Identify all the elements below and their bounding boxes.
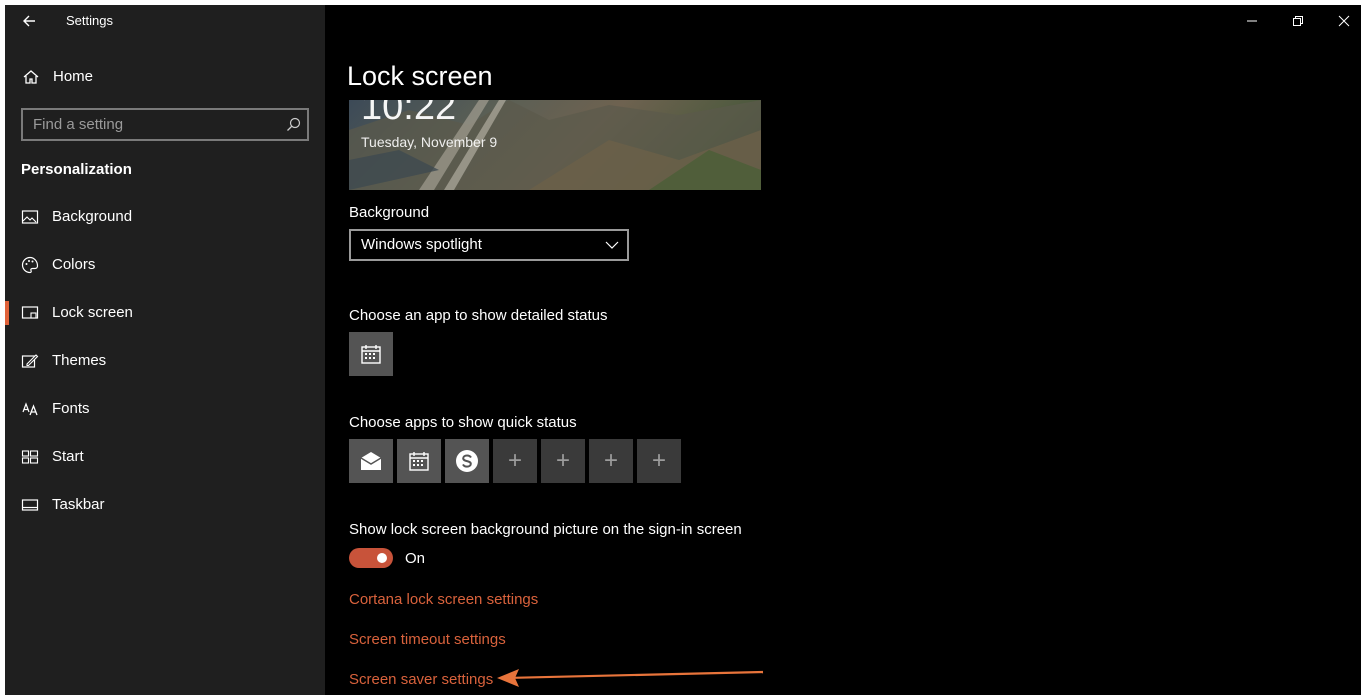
- background-dropdown-value: Windows spotlight: [361, 236, 482, 253]
- settings-window: Settings Home Personalization Background: [5, 5, 1361, 695]
- sidebar-item-label: Lock screen: [52, 304, 133, 321]
- minimize-icon: [1247, 20, 1257, 22]
- sidebar-item-label: Colors: [52, 256, 96, 273]
- toggle-knob: [377, 553, 387, 563]
- active-indicator: [5, 301, 9, 325]
- taskbar-icon: [21, 499, 39, 511]
- mail-icon: [360, 452, 382, 470]
- sidebar: Settings Home Personalization Background: [5, 5, 325, 695]
- sidebar-item-fonts[interactable]: Fonts: [5, 389, 325, 429]
- sidebar-item-label: Taskbar: [52, 496, 105, 513]
- quick-status-app-skype[interactable]: [445, 439, 489, 483]
- restore-icon: [1293, 16, 1303, 26]
- screen-saver-settings-link[interactable]: Screen saver settings: [349, 671, 493, 688]
- fonts-icon: [22, 402, 38, 416]
- quick-status-label: Choose apps to show quick status: [349, 414, 577, 431]
- quick-status-app-calendar[interactable]: [397, 439, 441, 483]
- search-icon[interactable]: [286, 117, 301, 132]
- preview-time: 10:22: [361, 100, 457, 128]
- sidebar-item-lock-screen[interactable]: Lock screen: [5, 293, 325, 333]
- skype-icon: [456, 450, 478, 472]
- sidebar-item-themes[interactable]: Themes: [5, 341, 325, 381]
- back-arrow-icon: [23, 15, 35, 27]
- quick-status-add-button[interactable]: +: [589, 439, 633, 483]
- sidebar-item-start[interactable]: Start: [5, 437, 325, 477]
- picture-icon: [21, 210, 39, 224]
- quick-status-app-mail[interactable]: [349, 439, 393, 483]
- lock-screen-preview: 10:22 Tuesday, November 9: [349, 100, 761, 190]
- palette-icon: [21, 256, 39, 274]
- title-bar: Settings: [5, 5, 325, 37]
- sidebar-item-background[interactable]: Background: [5, 197, 325, 237]
- chevron-down-icon: [605, 241, 619, 249]
- sidebar-item-label: Fonts: [52, 400, 90, 417]
- search-box[interactable]: [21, 108, 309, 141]
- sidebar-item-label: Home: [53, 68, 94, 85]
- page-title: Lock screen: [347, 61, 493, 91]
- close-icon: [1338, 15, 1350, 27]
- section-title: Personalization: [21, 161, 132, 178]
- quick-status-add-button[interactable]: +: [541, 439, 585, 483]
- signin-background-label: Show lock screen background picture on t…: [349, 521, 742, 538]
- sidebar-item-taskbar[interactable]: Taskbar: [5, 485, 325, 525]
- restore-button[interactable]: [1275, 9, 1321, 33]
- detailed-status-app-button[interactable]: [349, 332, 393, 376]
- sidebar-item-colors[interactable]: Colors: [5, 245, 325, 285]
- plus-icon: +: [507, 447, 522, 474]
- sidebar-item-label: Themes: [52, 352, 107, 369]
- calendar-icon: [361, 345, 381, 364]
- screen-timeout-settings-link[interactable]: Screen timeout settings: [349, 631, 506, 648]
- sidebar-item-label: Background: [52, 208, 133, 225]
- quick-status-add-button[interactable]: +: [493, 439, 537, 483]
- lock-screen-icon: [21, 306, 39, 319]
- content-pane: Lock screen 10:22 Tuesday, November 9 Ba…: [325, 5, 1361, 695]
- themes-icon: [21, 354, 39, 368]
- home-icon: [23, 70, 39, 84]
- background-label: Background: [349, 204, 430, 221]
- back-button[interactable]: [17, 9, 41, 33]
- detailed-status-label: Choose an app to show detailed status: [349, 307, 608, 324]
- close-button[interactable]: [1321, 9, 1361, 33]
- search-input[interactable]: [23, 110, 283, 139]
- preview-date: Tuesday, November 9: [361, 134, 498, 150]
- calendar-icon: [409, 452, 429, 471]
- minimize-button[interactable]: [1229, 9, 1275, 33]
- app-title: Settings: [66, 13, 113, 28]
- plus-icon: +: [555, 447, 570, 474]
- sidebar-item-label: Start: [52, 448, 84, 465]
- sidebar-item-home[interactable]: Home: [5, 57, 325, 97]
- signin-background-toggle[interactable]: [349, 548, 393, 568]
- quick-status-add-button[interactable]: +: [637, 439, 681, 483]
- plus-icon: +: [603, 447, 618, 474]
- start-icon: [21, 450, 39, 464]
- cortana-lock-screen-settings-link[interactable]: Cortana lock screen settings: [349, 591, 538, 608]
- plus-icon: +: [651, 447, 666, 474]
- background-dropdown[interactable]: Windows spotlight: [349, 229, 629, 261]
- toggle-state-label: On: [405, 550, 426, 567]
- annotation-arrow-icon: [497, 669, 764, 687]
